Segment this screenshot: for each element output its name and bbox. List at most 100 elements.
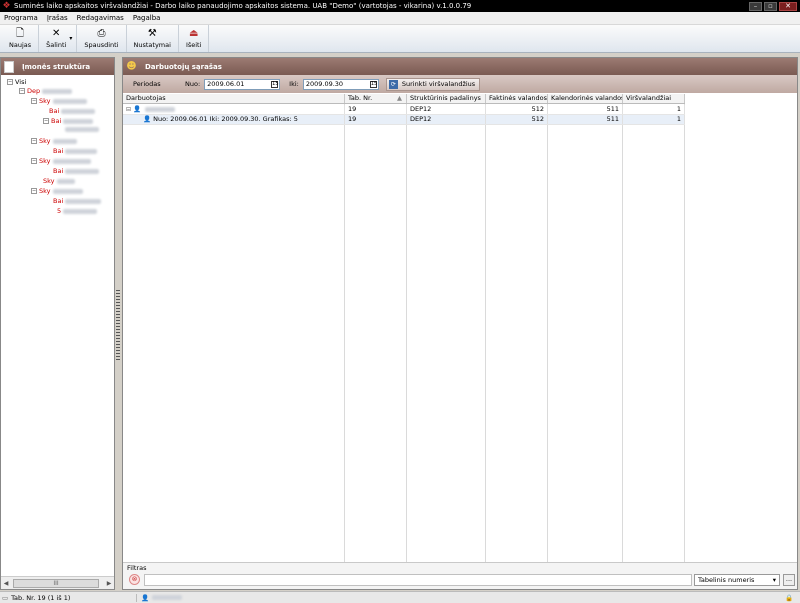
tree-node[interactable]: − Sky [31,187,83,195]
tree-node[interactable]: Bai [53,147,98,155]
menu-redagavimas[interactable]: Redagavimas [77,14,124,22]
col-unit[interactable]: Struktūrinis padalinys [407,94,486,103]
new-document-icon: 🗋 [16,28,25,39]
delete-button[interactable]: ✕ Šalinti ▾ [39,25,78,52]
clear-filter-icon[interactable]: ⊗ [129,574,140,585]
tree-node[interactable]: − Sky [31,137,77,145]
tree-node[interactable]: Bai [49,107,96,115]
redacted-text [145,107,176,112]
collect-overtime-button[interactable]: ⟳ Surinkti viršvalandžius [385,77,481,91]
record-status: Tab. Nr. 19 (1 iš 1) [11,593,71,602]
lock-icon: 🔒 [784,593,794,602]
collapse-icon[interactable]: − [31,188,37,194]
tree-horizontal-scrollbar[interactable]: ◀ III ▶ [1,576,114,589]
tree-node[interactable]: − Bai [43,117,94,125]
scroll-right-icon[interactable]: ▶ [104,580,114,587]
tree-node[interactable]: Bai [53,197,102,205]
employees-icon: ☻ [126,61,137,72]
settings-label: Nustatymai [133,41,171,49]
delete-x-icon: ✕ [52,28,61,39]
tree-node[interactable]: − Sky [31,157,91,165]
user-icon: 👤 [141,593,150,602]
period-bar: Periodas Nuo: 2009.06.01 15 Iki: 2009.09… [123,75,797,93]
redacted-text [63,208,98,214]
new-button[interactable]: 🗋 Naujas [2,25,40,52]
redacted-text [52,158,91,164]
collapse-icon[interactable]: − [31,98,37,104]
menu-pagalba[interactable]: Pagalba [133,14,161,22]
tree-node[interactable] [65,127,99,132]
company-structure-panel: Įmonės struktūra − Visi − Dep − Sky Bai … [0,57,115,590]
date-to-input[interactable]: 2009.09.30 15 [302,78,379,90]
status-bar: ▭ Tab. Nr. 19 (1 iš 1) 👤 🔒 [0,591,800,603]
redacted-text [56,178,75,184]
filter-input[interactable] [144,574,692,586]
collapse-icon[interactable]: ⊟ [126,105,131,114]
tree-node[interactable]: 5 [57,207,98,215]
exit-icon: ⏏ [188,28,199,39]
col-employee[interactable]: Darbuotojas [123,94,345,103]
redacted-text [65,168,100,174]
filter-area: Filtras ⊗ Tabelinis numeris ▾ ... [123,562,797,589]
tree-node[interactable]: − Dep [19,87,73,95]
print-button[interactable]: ⎙ Spausdinti [77,25,127,52]
employee-list-header: ☻ Darbuotojų sąrašas [123,58,797,75]
calendar-icon[interactable]: 15 [369,80,377,88]
tree-node[interactable]: − Visi [7,78,26,86]
printer-icon: ⎙ [97,28,106,39]
period-label: Periodas [133,80,161,88]
col-tab-nr[interactable]: Tab. Nr. ▲ [345,94,407,103]
status-icon: ▭ [2,593,9,602]
employee-icon: 👤 [133,105,142,113]
panel-splitter[interactable] [116,290,120,360]
book-icon [4,60,14,73]
scroll-thumb[interactable]: III [13,578,99,588]
structure-tree: − Visi − Dep − Sky Bai − Bai − Sky Bai −… [1,75,114,573]
col-actual-hours[interactable]: Faktinės valandos [486,94,548,103]
title-bar: ❖ Suminės laiko apskaitos viršvalandžiai… [0,0,800,12]
collapse-icon[interactable]: − [7,79,13,85]
redacted-text [63,118,94,124]
company-structure-title: Įmonės struktūra [22,62,91,71]
company-structure-header: Įmonės struktūra [1,58,114,75]
tree-node[interactable]: Sky [43,177,75,185]
chevron-down-icon: ▾ [772,576,776,584]
col-overtime[interactable]: Viršvalandžiai [623,94,685,103]
collapse-icon[interactable]: − [31,138,37,144]
calendar-icon[interactable]: 15 [271,80,279,88]
collapse-icon[interactable]: − [19,88,25,94]
menu-irasas[interactable]: Įrašas [47,14,68,22]
print-label: Spausdinti [84,41,119,49]
redacted-text [42,88,73,94]
collect-icon: ⟳ [388,79,398,89]
scroll-left-icon[interactable]: ◀ [1,580,11,587]
redacted-text [65,198,102,204]
close-button[interactable]: ✕ [779,1,797,11]
redacted-text [61,108,96,114]
settings-button[interactable]: ⚒ Nustatymai [127,25,179,52]
menu-bar: Programa Įrašas Redagavimas Pagalba [0,12,800,25]
exit-button[interactable]: ⏏ Išeiti [179,25,210,52]
employee-list-panel: ☻ Darbuotojų sąrašas Periodas Nuo: 2009.… [122,57,798,590]
window-title: Suminės laiko apskaitos viršvalandžiai -… [14,2,472,10]
tree-node[interactable]: − Sky [31,97,87,105]
redacted-text [52,188,83,194]
filter-field-select[interactable]: Tabelinis numeris ▾ [694,574,780,586]
redacted-text [65,127,99,132]
tree-node[interactable]: Bai [53,167,100,175]
date-from-input[interactable]: 2009.06.01 15 [204,78,281,90]
period-icon: 👤 [143,115,152,123]
new-label: Naujas [9,41,32,49]
col-calendar-hours[interactable]: Kalendorinės valandos [548,94,623,103]
filter-more-button[interactable]: ... [783,574,795,586]
menu-programa[interactable]: Programa [4,14,38,22]
table-row[interactable]: 👤 Nuo: 2009.06.01 Iki: 2009.09.30. Grafi… [123,115,685,125]
collapse-icon[interactable]: − [43,118,49,124]
redacted-text [65,148,98,154]
redacted-text [152,595,183,600]
minimize-button[interactable]: – [749,1,762,11]
maximize-button[interactable]: ▫ [764,1,777,11]
collapse-icon[interactable]: − [31,158,37,164]
table-row[interactable]: ⊟ 👤 19 DEP12 512 511 1 [123,105,685,115]
chevron-down-icon[interactable]: ▾ [69,35,72,42]
